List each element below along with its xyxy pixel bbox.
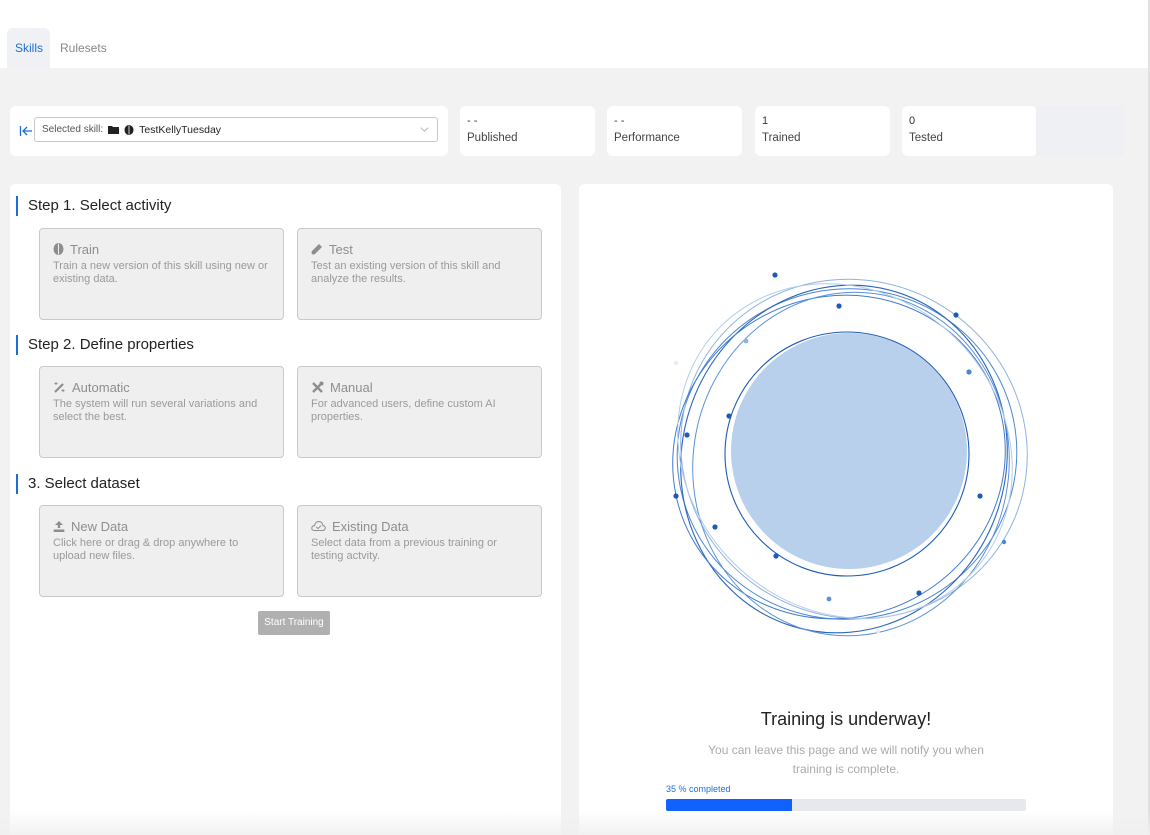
skill-select-dropdown[interactable]: Selected skill: TestKellyTuesday <box>34 117 438 142</box>
stat-label: Trained <box>762 132 801 144</box>
stat-placeholder <box>1036 106 1124 156</box>
stat-label: Published <box>467 132 518 144</box>
orbit-dot <box>684 432 690 438</box>
chevron-down-icon <box>420 127 429 132</box>
brain-icon <box>124 124 134 135</box>
stat-value: - - <box>614 115 625 127</box>
progress-label: 35 % completed <box>666 784 731 794</box>
stat-trained: 1 Trained <box>755 106 890 156</box>
option-new-data[interactable]: New Data Click here or drag & drop anywh… <box>39 505 284 597</box>
tools-icon <box>312 381 324 393</box>
selected-skill-value: TestKellyTuesday <box>139 123 222 136</box>
step-3-title: 3. Select dataset <box>16 474 140 494</box>
option-title: Manual <box>330 379 373 395</box>
stat-value: 1 <box>762 115 769 127</box>
option-train[interactable]: Train Train a new version of this skill … <box>39 228 284 320</box>
training-status-panel: Training is underway! You can leave this… <box>579 184 1113 835</box>
core-circle <box>731 333 967 569</box>
option-title: Test <box>329 241 353 257</box>
start-training-button[interactable]: Start Training <box>258 611 330 635</box>
orbit-dot <box>966 369 972 375</box>
tab-skills[interactable]: Skills <box>7 28 50 68</box>
step-2-title: Step 2. Define properties <box>16 335 194 355</box>
stat-tested: 0 Tested <box>902 106 1037 156</box>
training-status-title: Training is underway! <box>760 709 932 729</box>
orbit-dot <box>712 524 718 530</box>
progress-bar-fill <box>666 799 792 811</box>
orbit-dot <box>826 596 832 602</box>
stat-label: Tested <box>909 132 943 144</box>
cloud-check-icon <box>311 520 326 531</box>
upload-icon <box>53 521 65 532</box>
option-test[interactable]: Test Test an existing version of this sk… <box>297 228 542 320</box>
option-description: The system will run several variations a… <box>53 398 258 423</box>
option-title: New Data <box>71 518 129 534</box>
option-manual[interactable]: Manual For advanced users, define custom… <box>297 366 542 458</box>
stat-label: Performance <box>614 132 680 144</box>
orbit-dot <box>673 360 679 366</box>
stat-value: - - <box>467 115 478 127</box>
skill-select-label: Selected skill: <box>42 124 104 135</box>
option-title: Automatic <box>72 379 130 395</box>
orbit-dot <box>773 553 779 559</box>
option-description: Train a new version of this skill using … <box>53 260 268 285</box>
tab-rulesets[interactable]: Rulesets <box>52 28 115 68</box>
orbit-dot <box>772 272 778 278</box>
test-tube-icon <box>311 244 322 255</box>
option-title: Existing Data <box>332 518 409 534</box>
orbit-dot <box>726 413 732 419</box>
option-title: Train <box>70 241 100 257</box>
brain-icon <box>53 243 64 255</box>
orbit-dot <box>953 312 959 318</box>
stat-value: 0 <box>909 115 916 127</box>
orbit-dot <box>836 303 842 309</box>
magic-wand-icon <box>54 381 65 393</box>
option-description: Click here or drag & drop anywhere to up… <box>53 537 239 562</box>
option-existing-data[interactable]: Existing Data Select data from a previou… <box>297 505 542 597</box>
collapse-left-icon[interactable] <box>19 125 33 137</box>
step-1-title: Step 1. Select activity <box>16 196 171 216</box>
stat-published: - - Published <box>460 106 595 156</box>
stat-performance: - - Performance <box>607 106 742 156</box>
orbit-dot <box>875 628 881 634</box>
orbit-dot <box>916 590 922 596</box>
training-steps-panel: Step 1. Select activity Train Train a ne… <box>10 184 561 835</box>
skill-selector-card: Selected skill: TestKellyTuesday <box>10 106 448 156</box>
option-description: For advanced users, define custom AI pro… <box>311 398 496 423</box>
orbit-dot <box>743 338 749 344</box>
orbit-dot <box>977 493 983 499</box>
orbit-dot <box>1001 539 1007 545</box>
option-description: Select data from a previous training or … <box>311 537 497 562</box>
folder-icon <box>108 126 120 134</box>
orbit-dot <box>673 493 679 499</box>
training-status-subtitle: You can leave this page and we will noti… <box>708 743 984 776</box>
progress-bar <box>666 799 1026 811</box>
top-bar: Skills Rulesets <box>0 0 1148 68</box>
option-description: Test an existing version of this skill a… <box>311 260 501 285</box>
training-animation <box>672 272 1028 637</box>
option-automatic[interactable]: Automatic The system will run several va… <box>39 366 284 458</box>
